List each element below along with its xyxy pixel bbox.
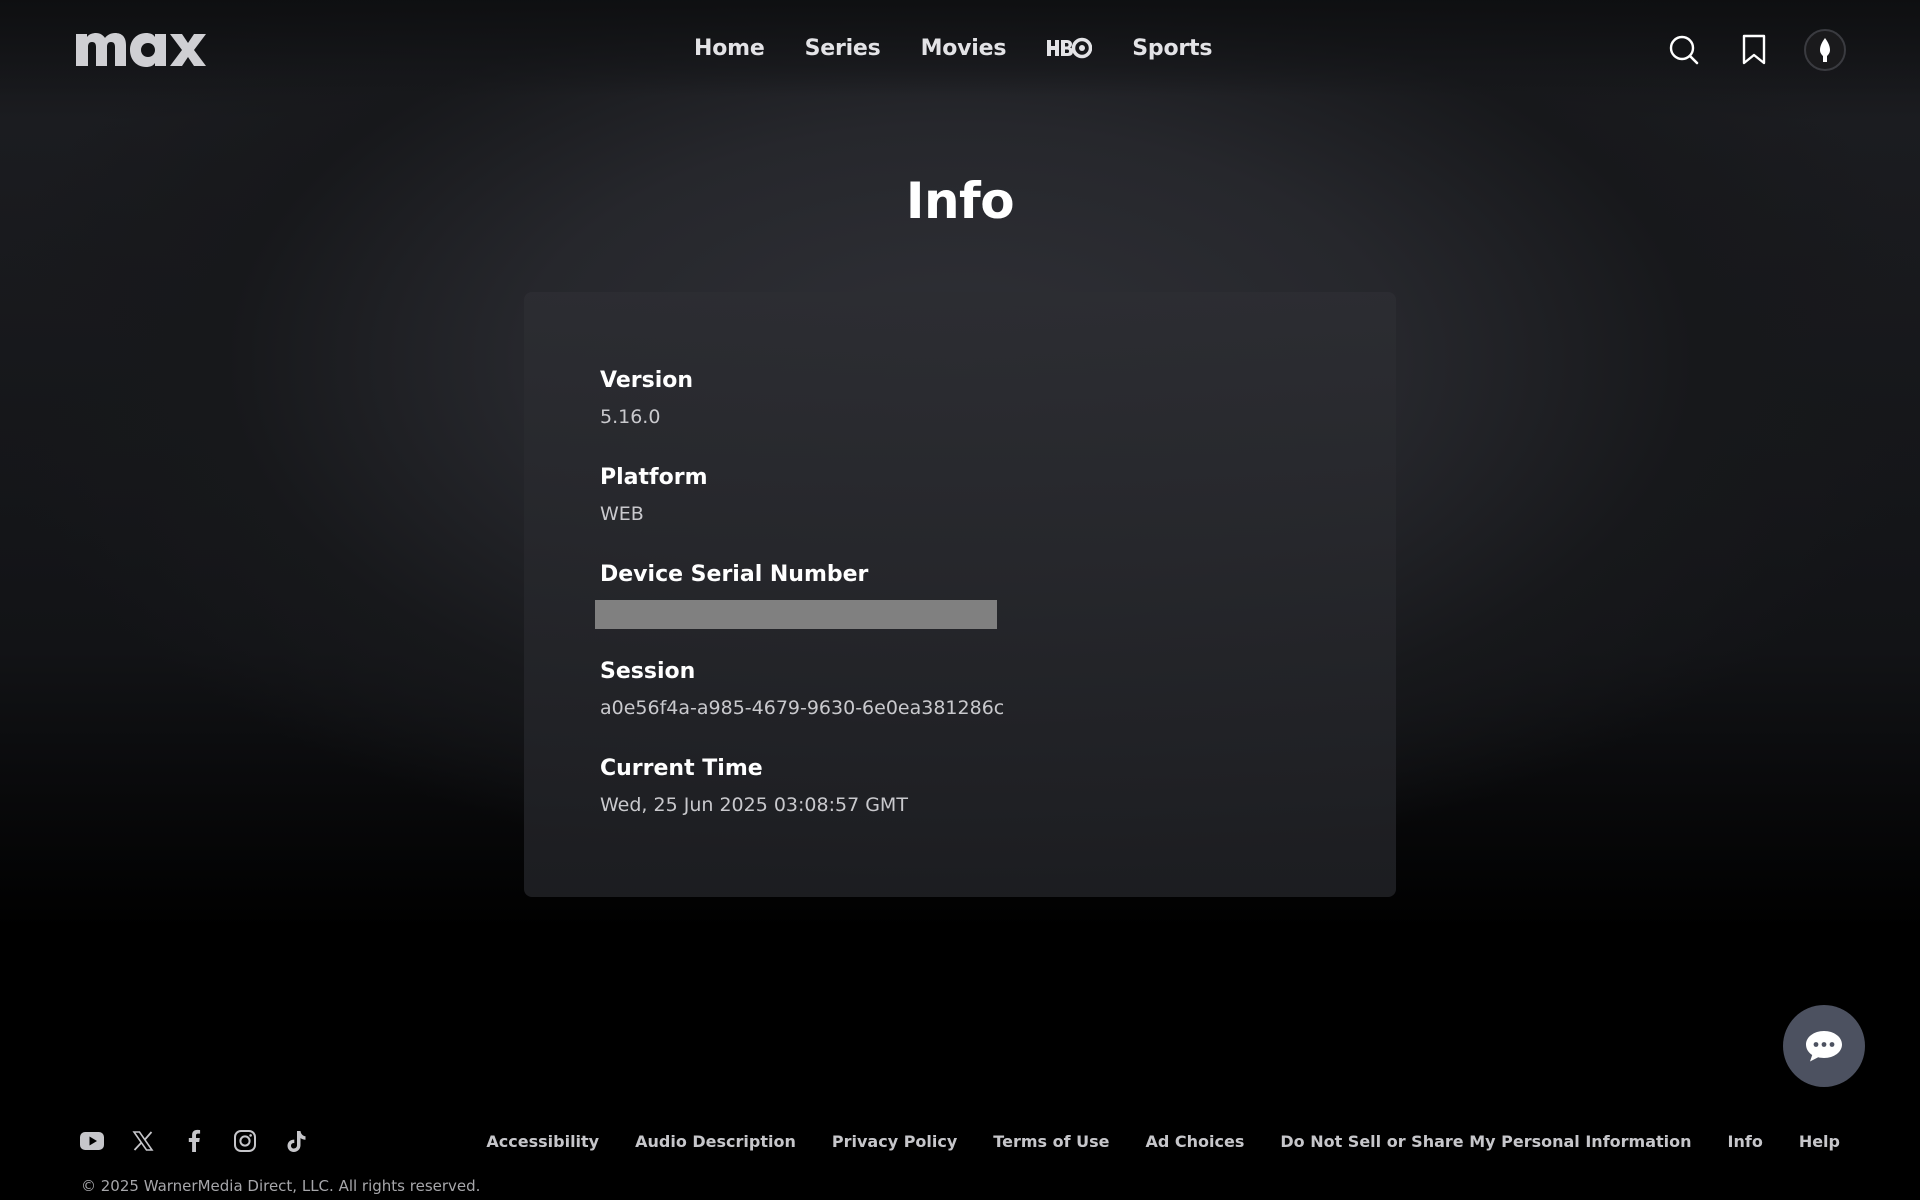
header-actions xyxy=(1664,26,1846,74)
x-icon xyxy=(131,1131,154,1151)
profile-avatar[interactable] xyxy=(1804,29,1846,71)
x-link[interactable] xyxy=(129,1128,156,1154)
device-serial-redacted-value xyxy=(595,600,997,629)
nav-movies[interactable]: Movies xyxy=(921,36,1007,61)
youtube-icon xyxy=(79,1132,104,1150)
copyright-text: © 2025 WarnerMedia Direct, LLC. All righ… xyxy=(81,1177,481,1195)
session-value: a0e56f4a-a985-4679-9630-6e0ea381286c xyxy=(600,697,1005,719)
current-time-label: Current Time xyxy=(600,756,763,781)
search-icon xyxy=(1669,35,1699,65)
chat-support-button[interactable] xyxy=(1783,1005,1865,1087)
platform-field: Platform WEB xyxy=(600,463,1396,560)
footer-link-info[interactable]: Info xyxy=(1728,1132,1763,1151)
version-label: Version xyxy=(600,368,694,393)
nav-sports[interactable]: Sports xyxy=(1132,36,1212,61)
top-navigation-bar: Home Series Movies Sports xyxy=(0,0,1920,96)
footer-link-do-not-sell[interactable]: Do Not Sell or Share My Personal Informa… xyxy=(1280,1132,1691,1151)
current-time-field: Current Time Wed, 25 Jun 2025 03:08:57 G… xyxy=(600,754,1396,851)
footer-link-audio-description[interactable]: Audio Description xyxy=(635,1132,796,1151)
instagram-icon xyxy=(233,1130,256,1152)
hbo-logo-icon xyxy=(1047,37,1093,59)
version-value: 5.16.0 xyxy=(600,406,661,428)
device-serial-label: Device Serial Number xyxy=(600,562,869,587)
version-field: Version 5.16.0 xyxy=(600,366,1396,463)
my-stuff-button[interactable] xyxy=(1734,30,1774,70)
page-title: Info xyxy=(905,172,1015,230)
bookmark-icon xyxy=(1742,34,1766,65)
main-nav: Home Series Movies Sports xyxy=(694,28,1212,68)
facebook-icon xyxy=(188,1129,200,1152)
chat-bubble-icon xyxy=(1806,1031,1842,1062)
max-logo-icon xyxy=(76,33,206,67)
device-serial-field: Device Serial Number xyxy=(595,560,1396,657)
instagram-link[interactable] xyxy=(231,1128,258,1154)
session-field: Session a0e56f4a-a985-4679-9630-6e0ea381… xyxy=(600,657,1396,754)
tiktok-link[interactable] xyxy=(282,1128,309,1154)
nav-hbo[interactable] xyxy=(1046,34,1093,62)
footer-link-terms-of-use[interactable]: Terms of Use xyxy=(993,1132,1109,1151)
footer-link-privacy-policy[interactable]: Privacy Policy xyxy=(832,1132,957,1151)
platform-label: Platform xyxy=(600,465,708,490)
current-time-value: Wed, 25 Jun 2025 03:08:57 GMT xyxy=(600,794,908,816)
info-card: Version 5.16.0 Platform WEB Device Seria… xyxy=(524,292,1396,897)
footer-link-help[interactable]: Help xyxy=(1799,1132,1840,1151)
avatar-icon xyxy=(1820,38,1830,62)
social-links xyxy=(78,1128,309,1154)
footer-links: Accessibility Audio Description Privacy … xyxy=(486,1128,1840,1154)
footer-link-accessibility[interactable]: Accessibility xyxy=(486,1132,599,1151)
max-logo[interactable] xyxy=(74,22,218,70)
nav-series[interactable]: Series xyxy=(805,36,881,61)
nav-home[interactable]: Home xyxy=(694,36,765,61)
footer-link-ad-choices[interactable]: Ad Choices xyxy=(1145,1132,1244,1151)
session-label: Session xyxy=(600,659,696,684)
tiktok-icon xyxy=(287,1131,305,1152)
search-button[interactable] xyxy=(1664,30,1704,70)
facebook-link[interactable] xyxy=(180,1128,207,1154)
youtube-link[interactable] xyxy=(78,1128,105,1154)
platform-value: WEB xyxy=(600,503,644,525)
